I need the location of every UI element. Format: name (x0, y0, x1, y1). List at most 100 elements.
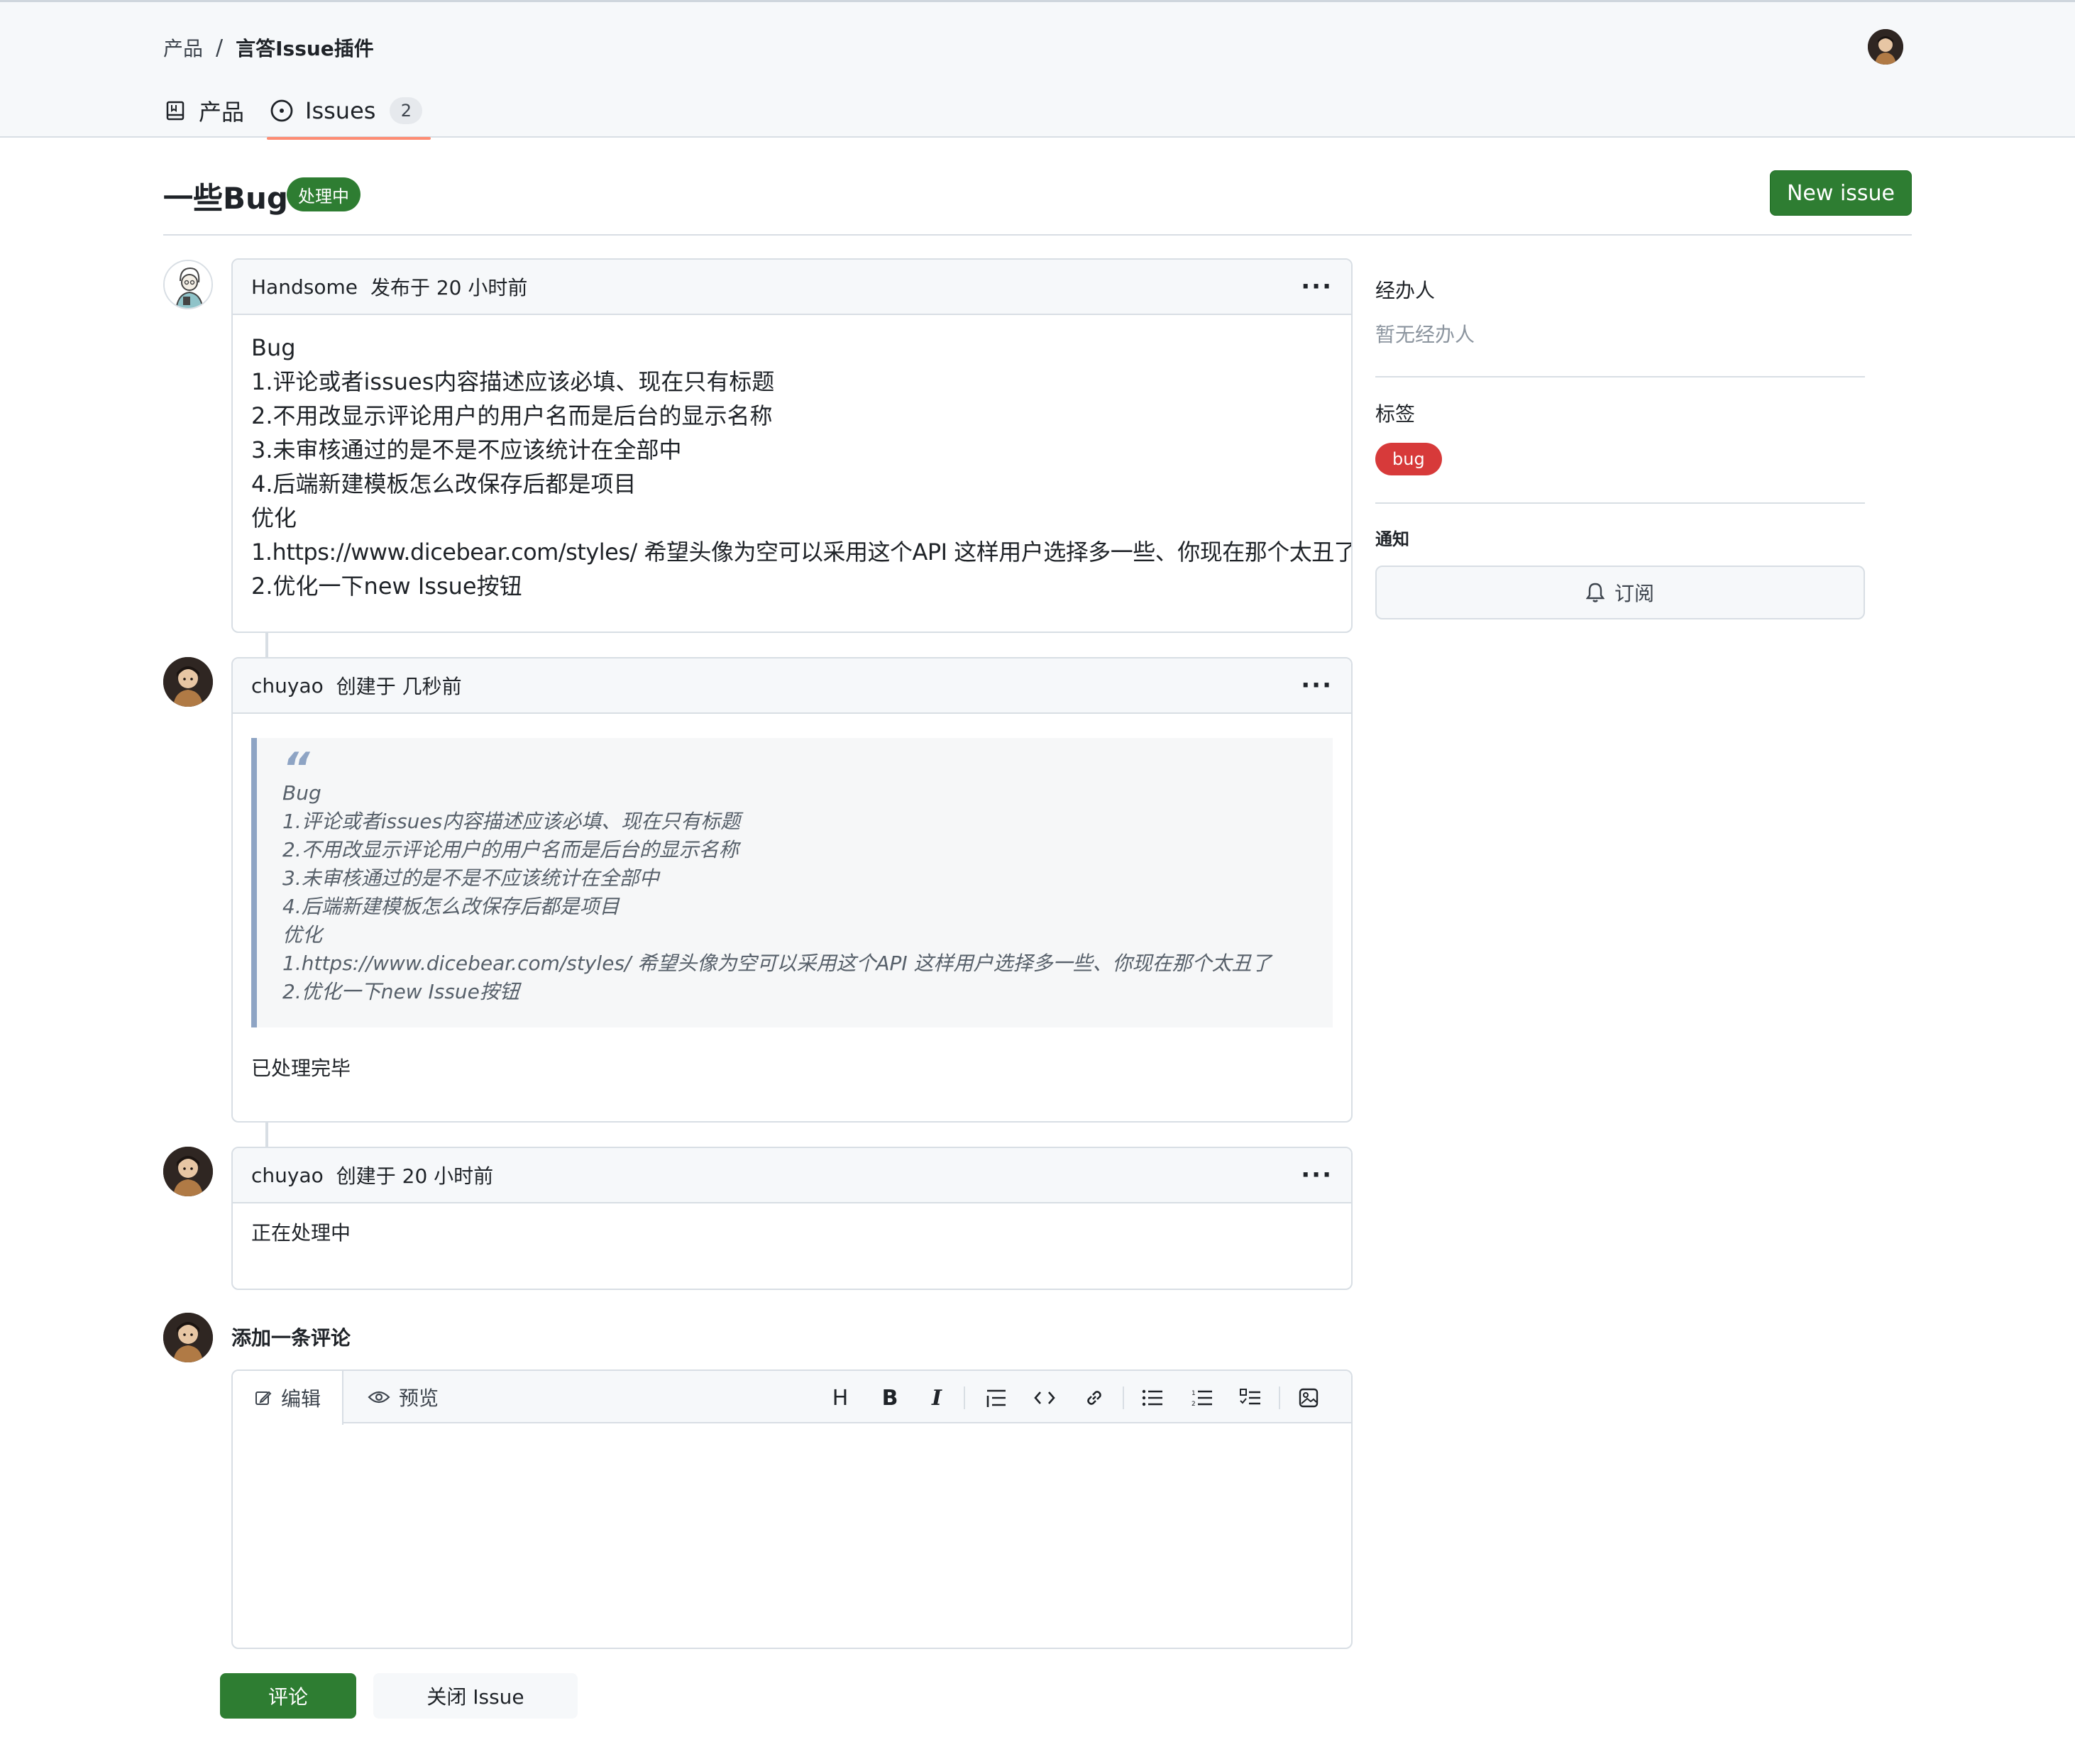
comment-body: 正在处理中 (251, 1221, 351, 1245)
issue-sidebar: 经办人 暂无经办人 标签 bug 通知 订阅 (1375, 270, 1865, 619)
pencil-icon (254, 1389, 273, 1407)
comment-timestamp: 创建于 几秒前 (336, 675, 462, 698)
subscribe-button[interactable]: 订阅 (1375, 566, 1865, 619)
quote-mark-icon: “ (282, 744, 310, 793)
reply-comment: chuyao 创建于 几秒前 ··· “ Bug 1.评论或者issues内容描… (231, 657, 1353, 1123)
comment-line: 4.后端新建模板怎么改保存后都是项目 (251, 470, 637, 497)
image-icon[interactable] (1294, 1384, 1323, 1412)
repo-tabs: 产品 Issues 2 (163, 92, 448, 140)
comment-author-avatar[interactable] (163, 1147, 213, 1196)
comment-header: Handsome 发布于 20 小时前 ··· (233, 260, 1351, 315)
comment-author[interactable]: chuyao (251, 1164, 324, 1187)
assignee-empty-text: 暂无经办人 (1375, 323, 1475, 346)
comment-line: 2.优化一下new Issue按钮 (251, 573, 522, 600)
comment-line: 1.评论或者issues内容描述应该必填、现在只有标题 (251, 368, 775, 395)
toolbar-divider (964, 1387, 965, 1409)
comment-author[interactable]: Handsome (251, 275, 358, 299)
timeline-connector (265, 1121, 268, 1150)
tab-edit-label: 编辑 (281, 1387, 321, 1411)
current-user-avatar (163, 1313, 213, 1362)
comment-timestamp: 创建于 20 小时前 (336, 1164, 494, 1188)
comment-author-avatar[interactable] (163, 657, 213, 707)
comment-line: Bug (251, 334, 296, 361)
labels-section: 标签 bug (1375, 399, 1865, 504)
heading-tool[interactable]: H (826, 1384, 854, 1412)
comment-more-menu-icon[interactable]: ··· (1301, 671, 1333, 700)
quote-line: 4.后端新建模板怎么改保存后都是项目 (282, 895, 620, 918)
comment-body: “ Bug 1.评论或者issues内容描述应该必填、现在只有标题 2.不用改显… (233, 738, 1351, 1101)
comment-header: chuyao 创建于 20 小时前 ··· (233, 1148, 1351, 1203)
issue-state-badge: 处理中 (287, 177, 360, 211)
editor-toolbar: 编辑 预览 H B I 12 (233, 1371, 1351, 1425)
quote-line: 1.评论或者issues内容描述应该必填、现在只有标题 (282, 810, 741, 833)
quote-icon[interactable] (982, 1384, 1011, 1412)
toolbar-divider (1279, 1387, 1280, 1409)
breadcrumb-separator: / (216, 35, 224, 60)
link-icon[interactable] (1080, 1384, 1108, 1412)
comment-more-menu-icon[interactable]: ··· (1301, 272, 1333, 301)
quoted-text-block: “ Bug 1.评论或者issues内容描述应该必填、现在只有标题 2.不用改显… (251, 738, 1333, 1027)
breadcrumb-parent-link[interactable]: 产品 (163, 33, 203, 62)
label-bug-badge[interactable]: bug (1375, 443, 1442, 475)
new-issue-button[interactable]: New issue (1770, 170, 1912, 216)
comment-line: 2.不用改显示评论用户的用户名而是后台的显示名称 (251, 402, 773, 429)
svg-text:1: 1 (1191, 1390, 1196, 1397)
repo-icon (163, 99, 187, 123)
eye-icon (368, 1389, 390, 1406)
comment-line: 优化 (251, 505, 297, 531)
issue-opened-icon (270, 99, 294, 123)
top-bar: 产品 / 言答Issue插件 产品 Issues 2 (0, 0, 2075, 140)
issues-count-badge: 2 (390, 97, 423, 124)
quote-line: 3.未审核通过的是不是不应该统计在全部中 (282, 866, 659, 890)
tab-preview-label: 预览 (399, 1387, 439, 1410)
comment-text: 已处理完毕 (251, 1057, 351, 1080)
assignee-section: 经办人 暂无经办人 (1375, 275, 1865, 377)
issue-description-comment: Handsome 发布于 20 小时前 ··· Bug 1.评论或者issues… (231, 258, 1353, 633)
bold-tool[interactable]: B (876, 1384, 904, 1412)
quote-line: Bug (282, 781, 321, 805)
issue-title: 一些Bug (163, 181, 288, 216)
comment-editor: 编辑 预览 H B I 12 (231, 1369, 1353, 1649)
ordered-list-icon[interactable]: 12 (1188, 1384, 1216, 1412)
task-list-icon[interactable] (1236, 1384, 1265, 1412)
reply-comment: chuyao 创建于 20 小时前 ··· 正在处理中 (231, 1147, 1353, 1290)
tab-preview[interactable]: 预览 (346, 1371, 460, 1423)
close-issue-button[interactable]: 关闭 Issue (373, 1673, 578, 1719)
quote-line: 2.优化一下new Issue按钮 (282, 980, 519, 1003)
notifications-section: 通知 订阅 (1375, 525, 1865, 619)
timeline-connector (265, 632, 268, 660)
quote-line: 2.不用改显示评论用户的用户名而是后台的显示名称 (282, 838, 739, 861)
assignee-heading[interactable]: 经办人 (1375, 275, 1865, 304)
quote-line: 1.https://www.dicebear.com/styles/ 希望头像为… (282, 952, 1272, 975)
notifications-heading: 通知 (1375, 529, 1409, 549)
italic-tool[interactable]: I (923, 1384, 951, 1412)
tab-issues[interactable]: Issues 2 (267, 92, 431, 140)
unordered-list-icon[interactable] (1138, 1384, 1167, 1412)
code-icon[interactable] (1030, 1384, 1059, 1412)
tab-issues-label: Issues (305, 97, 376, 124)
comment-body: Bug 1.评论或者issues内容描述应该必填、现在只有标题 2.不用改显示评… (233, 315, 1351, 619)
comment-line: 1.https://www.dicebear.com/styles/ 希望头像为… (251, 539, 1353, 566)
user-avatar[interactable] (1868, 29, 1903, 65)
comment-author[interactable]: chuyao (251, 674, 324, 698)
add-comment-heading: 添加一条评论 (231, 1326, 351, 1350)
issue-header: 一些Bug 处理中 New issue (163, 170, 1912, 236)
tab-product-label: 产品 (199, 99, 245, 126)
comment-textarea[interactable] (233, 1423, 1351, 1648)
tab-product[interactable]: 产品 (163, 92, 244, 130)
comment-author-avatar[interactable] (163, 260, 213, 309)
toolbar-divider (1123, 1387, 1124, 1409)
comment-timestamp: 发布于 20 小时前 (370, 276, 528, 299)
quote-line: 优化 (282, 923, 323, 947)
subscribe-label: 订阅 (1614, 582, 1654, 605)
breadcrumb-current-link[interactable]: 言答Issue插件 (236, 33, 374, 62)
tab-edit[interactable]: 编辑 (233, 1371, 344, 1425)
bell-icon (1585, 582, 1605, 603)
comment-header: chuyao 创建于 几秒前 ··· (233, 658, 1351, 714)
labels-heading[interactable]: 标签 (1375, 399, 1865, 427)
breadcrumb: 产品 / 言答Issue插件 (163, 33, 374, 62)
comment-more-menu-icon[interactable]: ··· (1301, 1161, 1333, 1189)
svg-text:2: 2 (1191, 1401, 1196, 1407)
comment-submit-button[interactable]: 评论 (220, 1673, 356, 1719)
comment-line: 3.未审核通过的是不是不应该统计在全部中 (251, 436, 682, 463)
